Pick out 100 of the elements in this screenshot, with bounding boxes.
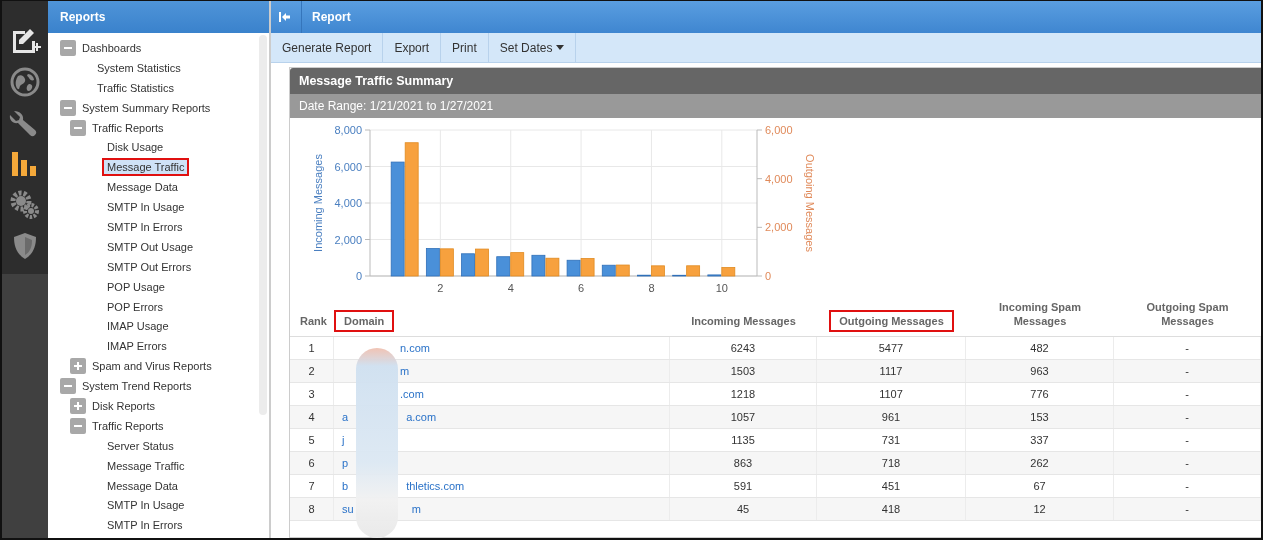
table-cell: - (1114, 383, 1261, 405)
domain-link[interactable]: .com (400, 383, 424, 405)
tree-item[interactable]: Message Data (102, 178, 183, 197)
tree-item[interactable]: Message Traffic (102, 456, 190, 475)
table-cell: 731 (817, 429, 966, 451)
tree-folder[interactable]: Traffic Reports (92, 419, 164, 432)
table-cell: 776 (966, 383, 1114, 405)
tree-folder[interactable]: Dashboards (82, 41, 142, 54)
table-cell: 7 (290, 475, 334, 497)
table-cell: 2 (290, 360, 334, 382)
collapse-toggle[interactable] (60, 99, 76, 116)
tree-folder[interactable]: System Trend Reports (82, 380, 192, 393)
globe-icon[interactable] (9, 66, 41, 98)
table-cell: 482 (966, 337, 1114, 359)
tree-item[interactable]: SMTP Out Usage (102, 237, 198, 256)
tree-item[interactable]: SMTP Out Errors (102, 257, 197, 276)
axis-tick-label: 6 (578, 282, 585, 294)
column-header: Outgoing Messages (829, 310, 954, 332)
panel-title: Reports (48, 1, 269, 33)
tree-folder[interactable]: System Summary Reports (82, 101, 211, 114)
axis-tick-label: 4,000 (334, 197, 362, 209)
table-cell: 1107 (817, 383, 966, 405)
bar (601, 264, 616, 277)
tree-item[interactable]: IMAP Errors (102, 337, 172, 356)
domain-link[interactable]: m (400, 360, 410, 382)
tree-folder[interactable]: Disk Reports (92, 399, 155, 412)
tree-item[interactable]: Disk Usage (102, 138, 169, 157)
collapse-panel-icon[interactable] (279, 11, 291, 23)
tree-item[interactable]: SMTP In Usage (102, 198, 190, 217)
tree-item[interactable]: IMAP Usage (102, 317, 174, 336)
table-cell: 262 (966, 452, 1114, 474)
axis-tick-label: 6,000 (765, 124, 793, 136)
collapse-toggle[interactable] (70, 119, 86, 136)
table-cell: 45 (670, 498, 817, 520)
tree-item[interactable]: Traffic Statistics (92, 78, 180, 97)
axis-tick-label: 2,000 (765, 221, 793, 234)
tree-item[interactable]: System Statistics (92, 58, 186, 77)
tree-item[interactable]: SMTP In Errors (102, 516, 188, 535)
domain-link[interactable]: a.com (406, 406, 437, 428)
tree-item[interactable]: POP Usage (102, 277, 170, 296)
table-cell: 718 (817, 452, 966, 474)
tree-item[interactable]: SMTP In Errors (102, 217, 188, 236)
table-cell: 1218 (670, 383, 817, 405)
axis-title: Incoming Messages (312, 154, 324, 252)
table-cell: 1117 (817, 360, 966, 382)
axis-tick-label: 6,000 (334, 160, 362, 173)
axis-tick-label: 2,000 (334, 233, 362, 246)
domain-link[interactable]: p (342, 452, 349, 474)
table-cell: 418 (817, 498, 966, 520)
collapse-toggle[interactable] (70, 417, 86, 434)
domain-link[interactable]: b (342, 475, 349, 497)
table-cell: 451 (817, 475, 966, 497)
domain-link[interactable]: n.com (400, 337, 430, 359)
collapse-toggle[interactable] (60, 378, 76, 395)
domain-link[interactable]: j (342, 429, 345, 451)
domain-link[interactable]: su (342, 498, 354, 520)
column-header: Domain (334, 310, 395, 332)
table-cell: 8 (290, 498, 334, 520)
table-cell: - (1114, 337, 1261, 359)
table-cell: 4 (290, 406, 334, 428)
tree-folder[interactable]: Spam and Virus Reports (92, 360, 212, 373)
table-cell: 1135 (670, 429, 817, 451)
tree-item[interactable]: Message Traffic (102, 158, 190, 177)
axis-tick-label: 2 (437, 282, 444, 294)
table-cell: 337 (966, 429, 1114, 451)
tree-item[interactable]: Message Data (102, 476, 183, 495)
table-cell: - (1114, 452, 1261, 474)
table-cell: 6 (290, 452, 334, 474)
table-cell: 5 (290, 429, 334, 451)
axis-tick-label: 4 (507, 282, 514, 294)
tree-item[interactable]: Server Status (102, 436, 179, 455)
table-cell: 153 (966, 406, 1114, 428)
domain-link[interactable]: thletics.com (406, 475, 465, 497)
expand-toggle[interactable] (70, 397, 86, 414)
tree-item[interactable]: POP Errors (102, 297, 169, 316)
axis-tick-label: 10 (715, 282, 728, 294)
expand-toggle[interactable] (70, 358, 86, 375)
table-cell: 12 (966, 498, 1114, 520)
tree-item[interactable]: SMTP In Usage (102, 496, 190, 515)
bar (545, 257, 560, 277)
table-cell: 3 (290, 383, 334, 405)
table-cell: 1057 (670, 406, 817, 428)
column-header: Incoming Spam Messages (998, 300, 1082, 329)
table-cell: 6243 (670, 337, 817, 359)
axis-tick-label: 8 (648, 282, 655, 294)
collapse-toggle[interactable] (60, 39, 76, 56)
bar (475, 248, 489, 277)
tree-folder[interactable]: Traffic Reports (92, 121, 164, 134)
table-cell: - (1114, 429, 1261, 451)
table-cell: 863 (670, 452, 817, 474)
domain-link[interactable]: m (411, 498, 421, 520)
bar (566, 259, 581, 277)
bar (425, 248, 440, 277)
column-header: Rank (299, 314, 328, 329)
gears-icon[interactable] (9, 189, 41, 221)
domain-link[interactable]: a (342, 406, 349, 428)
table-cell: 1 (290, 337, 334, 359)
bar (580, 258, 595, 277)
caret-icon (556, 45, 565, 50)
axis-tick-label: 0 (355, 270, 362, 282)
